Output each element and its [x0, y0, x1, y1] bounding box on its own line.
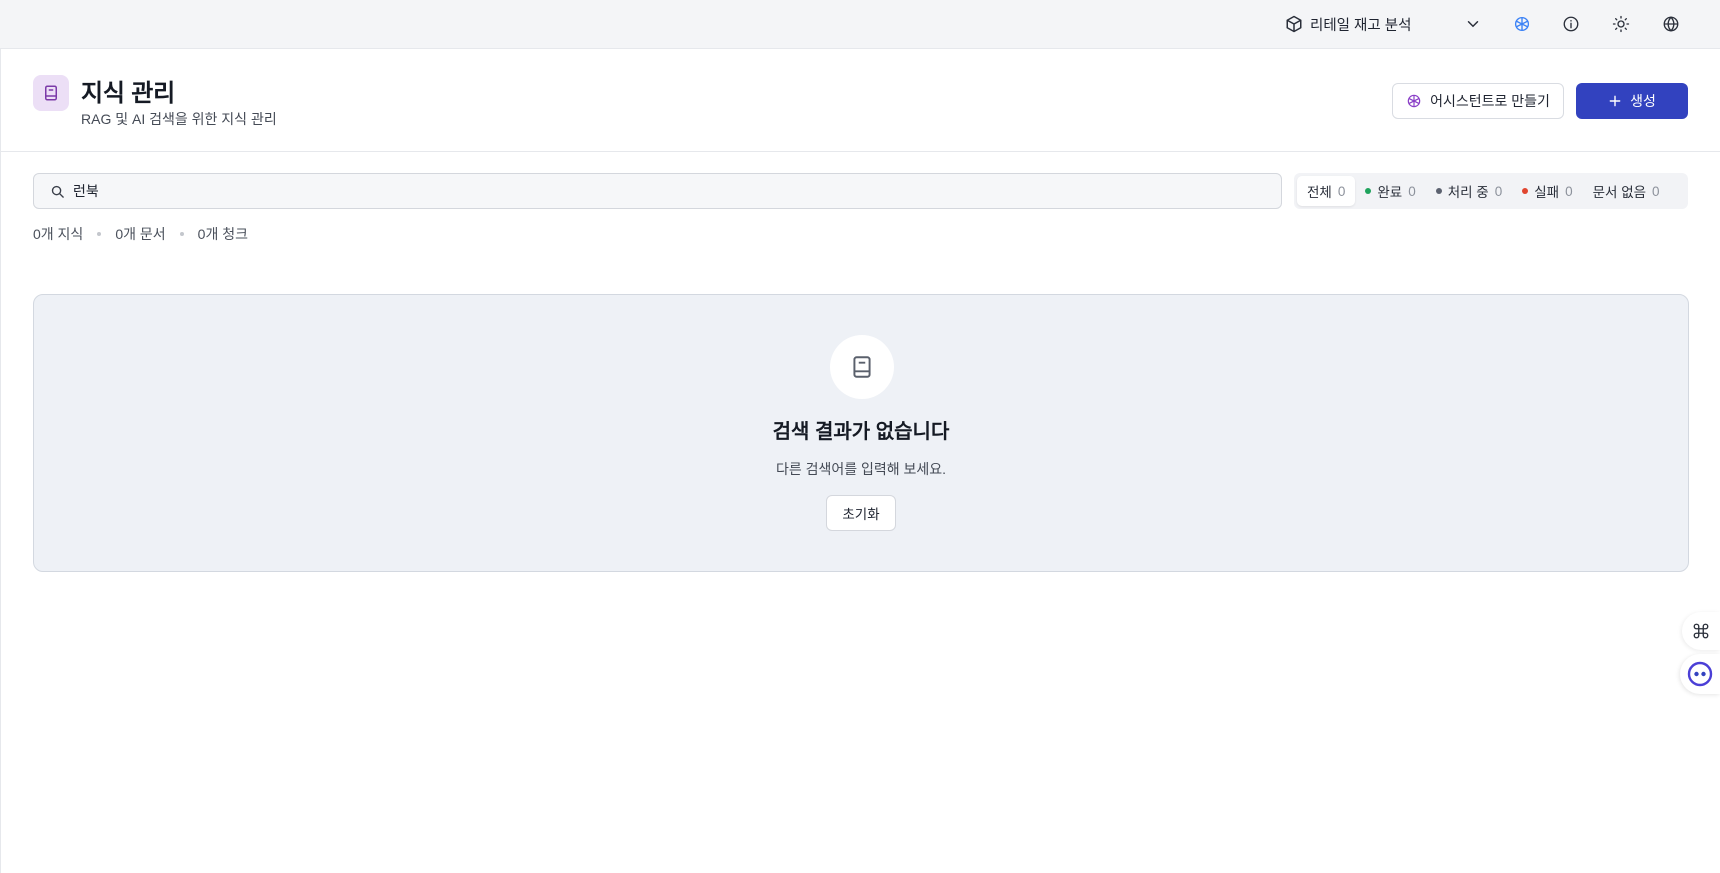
filter-label: 문서 없음 — [1592, 185, 1647, 200]
sun-icon[interactable] — [1609, 12, 1633, 36]
chatbot-icon[interactable] — [1680, 654, 1720, 694]
filter-tab-processing[interactable]: 처리 중 0 — [1426, 176, 1513, 206]
knowledge-count: 0개 지식 — [33, 226, 84, 242]
reset-button[interactable]: 초기화 — [826, 495, 896, 531]
filter-tab-failed[interactable]: 실패 0 — [1512, 176, 1582, 206]
search-box[interactable] — [33, 173, 1282, 209]
filter-label: 완료 — [1377, 185, 1403, 200]
page-title: 지식 관리 — [81, 80, 175, 107]
info-icon[interactable] — [1559, 12, 1583, 36]
chevron-down-icon — [1464, 15, 1482, 33]
main-panel: 지식 관리 RAG 및 AI 검색을 위한 지식 관리 어시스턴트로 만들기 생… — [0, 48, 1720, 873]
search-icon — [50, 184, 65, 199]
assistant-button-label: 어시스턴트로 만들기 — [1430, 93, 1550, 109]
status-dot — [1435, 188, 1442, 194]
empty-state: 검색 결과가 없습니다 다른 검색어를 입력해 보세요. 초기화 — [33, 294, 1689, 572]
page-header: 지식 관리 RAG 및 AI 검색을 위한 지식 관리 어시스턴트로 만들기 생… — [1, 49, 1720, 152]
cube-icon — [1285, 15, 1303, 33]
create-with-assistant-button[interactable]: 어시스턴트로 만들기 — [1392, 83, 1564, 119]
page-subtitle: RAG 및 AI 검색을 위한 지식 관리 — [81, 111, 277, 127]
project-selector[interactable]: 리테일 재고 분석 — [1282, 11, 1482, 37]
empty-state-description: 다른 검색어를 입력해 보세요. — [775, 461, 947, 477]
globe-icon[interactable] — [1659, 12, 1683, 36]
chunk-count: 0개 청크 — [197, 226, 248, 242]
status-dot — [1522, 188, 1529, 194]
plus-icon — [1608, 94, 1622, 108]
summary-stats: 0개 지식 0개 문서 0개 청크 — [33, 224, 248, 244]
filter-count: 0 — [1494, 183, 1503, 199]
top-bar: 리테일 재고 분석 — [0, 0, 1720, 48]
filter-label: 실패 — [1534, 185, 1560, 200]
document-count: 0개 문서 — [115, 226, 166, 242]
empty-state-title: 검색 결과가 없습니다 — [772, 421, 950, 443]
command-menu-icon[interactable] — [1682, 612, 1720, 650]
search-input[interactable] — [73, 183, 1223, 199]
filter-count: 0 — [1565, 183, 1573, 199]
filter-label: 전체 — [1307, 185, 1332, 200]
create-button[interactable]: 생성 — [1576, 83, 1688, 119]
filter-label: 처리 중 — [1447, 185, 1489, 200]
separator-dot — [179, 232, 184, 236]
ai-assistant-icon[interactable] — [1510, 12, 1534, 36]
filter-tab-no-documents[interactable]: 문서 없음 0 — [1583, 176, 1670, 206]
filter-count: 0 — [1337, 183, 1346, 199]
book-icon — [33, 75, 69, 111]
status-filter-tabs: 전체 0 완료 0 처리 중 0 실패 0 문서 없음 0 — [1294, 173, 1688, 209]
project-name: 리테일 재고 분석 — [1310, 17, 1412, 34]
filter-tab-completed[interactable]: 완료 0 — [1355, 176, 1425, 206]
ai-assistant-icon — [1406, 93, 1422, 109]
status-dot — [1365, 188, 1372, 194]
filter-count: 0 — [1408, 183, 1416, 199]
filter-tab-all[interactable]: 전체 0 — [1297, 176, 1356, 206]
book-icon — [830, 335, 894, 399]
create-button-label: 생성 — [1630, 93, 1656, 109]
separator-dot — [97, 232, 102, 236]
filter-count: 0 — [1652, 183, 1660, 199]
